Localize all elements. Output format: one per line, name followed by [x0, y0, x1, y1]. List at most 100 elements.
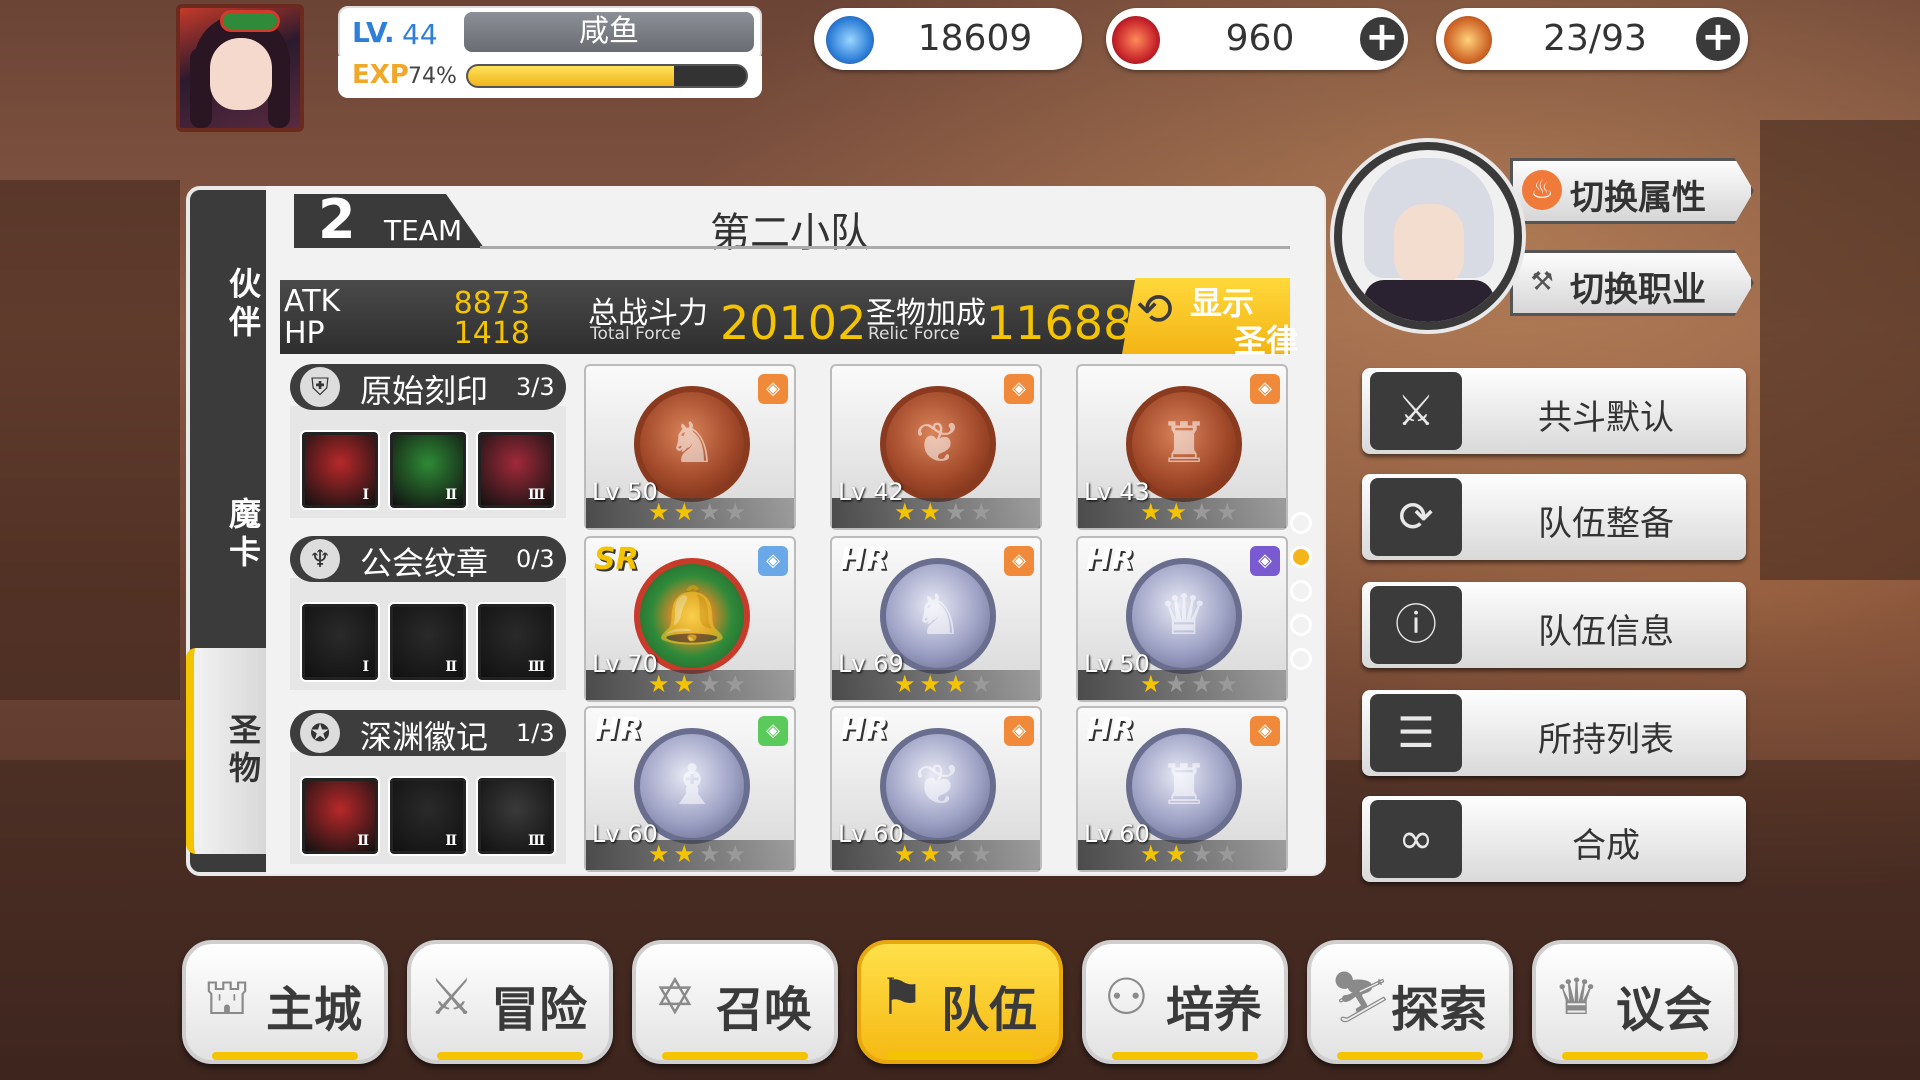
swap-arrows-icon: ⟲ [1136, 284, 1173, 335]
level-value: 44 [402, 18, 438, 51]
star-icon: ★ [945, 670, 971, 698]
crossed-swords-icon: ⚔ [1370, 372, 1462, 450]
fire-element-icon: ◈ [1250, 716, 1280, 746]
tab-magic-cards[interactable]: 魔卡 [186, 480, 266, 590]
page-indicator-dot[interactable] [1290, 546, 1312, 568]
relic-slot-3-3[interactable]: Ⅲ [478, 778, 554, 854]
star-icon: ★ [1165, 840, 1192, 868]
player-avatar[interactable] [176, 4, 304, 132]
relic-slot-1-3[interactable]: Ⅲ [478, 432, 554, 508]
group-name-abyss-sigil: 深渊徽记 [360, 718, 489, 756]
star-icon: ★ [724, 840, 751, 868]
relic-card[interactable]: ❦ HR ◈ Lv 60 ★★★★ [830, 706, 1042, 872]
castle-icon: ⛫ [204, 968, 250, 1026]
star-icon: ★ [894, 498, 920, 526]
menu-team-prep-label: 队伍整备 [1538, 504, 1674, 544]
relic-force-sublabel: Relic Force [868, 324, 960, 344]
relic-rarity: HR [1086, 712, 1135, 747]
relic-card[interactable]: ♜ HR ◈ Lv 60 ★★★★ [1076, 706, 1288, 872]
background-shelf-right [1760, 120, 1920, 580]
slot-numeral: Ⅰ [362, 659, 369, 675]
tab-partners[interactable]: 伙伴 [186, 250, 266, 360]
relic-rarity: HR [1086, 542, 1135, 577]
shield-emblem-icon: ⛨ [300, 367, 340, 407]
resource-value-stamina: 23/93 [1543, 18, 1647, 59]
star-icon: ★ [1140, 670, 1166, 698]
relic-slot-1-2[interactable]: Ⅱ [390, 432, 466, 508]
star-icon: ★ [970, 498, 997, 526]
star-icon: ★ [648, 498, 674, 526]
group-count-guild-crest: 0/3 [516, 545, 555, 573]
page-indicator-dot[interactable] [1290, 512, 1312, 534]
star-icon: ★ [919, 840, 946, 868]
refresh-swirl-icon: ⟳ [1370, 478, 1462, 556]
dragon-crest-icon: ♛ [1554, 968, 1599, 1026]
team-flag-icon: ⚑ [879, 968, 924, 1026]
relic-slot-2-1[interactable]: Ⅰ [302, 604, 378, 680]
resource-value-gems: 18609 [917, 18, 1033, 59]
relic-card[interactable]: ❦ ◈ Lv 42 ★★★★ [830, 364, 1042, 530]
page-indicator-dot[interactable] [1290, 580, 1312, 602]
triple-circle-icon: ⚇ [1104, 968, 1149, 1026]
exp-progress-fill [468, 66, 674, 86]
relic-rarity: HR [594, 712, 643, 747]
add-stamina-button[interactable]: + [1692, 13, 1744, 65]
relic-card[interactable]: 🔔 SR ◈ Lv 70 ★★★★ [584, 536, 796, 702]
slot-numeral: Ⅲ [527, 833, 545, 849]
star-icon: ★ [1191, 670, 1217, 698]
nav-train-label: 培养 [1166, 982, 1263, 1038]
add-ruby-button[interactable]: + [1356, 13, 1408, 65]
switch-class-label: 切换职业 [1570, 270, 1706, 310]
menu-team-info-label: 队伍信息 [1538, 612, 1674, 652]
relic-slot-1-1[interactable]: Ⅰ [302, 432, 378, 508]
slot-numeral: Ⅲ [527, 659, 545, 675]
wind-element-icon: ◈ [758, 716, 788, 746]
menu-synthesis-label: 合成 [1572, 826, 1640, 866]
relic-slot-3-2[interactable]: Ⅱ [390, 778, 466, 854]
star-icon: ★ [673, 670, 700, 698]
atk-label: ATK [284, 284, 341, 319]
page-indicator-dot[interactable] [1290, 648, 1312, 670]
nav-explore-label: 探索 [1391, 982, 1488, 1038]
tab-relics[interactable]: 圣物 [186, 648, 266, 854]
star-icon: ★ [1216, 840, 1243, 868]
explorer-icon: ⛷ [1329, 968, 1393, 1026]
relic-slot-3-1[interactable]: Ⅱ [302, 778, 378, 854]
star-icon: ★ [1191, 840, 1217, 868]
relic-card[interactable]: ♛ HR ◈ Lv 50 ★★★★ [1076, 536, 1288, 702]
relic-card[interactable]: ♞ HR ◈ Lv 69 ★★★★ [830, 536, 1042, 702]
team-number: 2 [318, 188, 356, 251]
resource-value-ruby: 960 [1225, 18, 1295, 59]
exp-label: EXP [352, 60, 409, 90]
nav-summon-label: 召唤 [716, 982, 813, 1038]
blue-flame-icon [826, 16, 874, 64]
group-count-primal-seal: 3/3 [516, 373, 555, 401]
star-icon: ★ [945, 840, 971, 868]
fire-element-icon: ◈ [1004, 546, 1034, 576]
star-icon: ★ [724, 498, 751, 526]
page-indicator-dot[interactable] [1290, 614, 1312, 636]
dark-element-icon: ◈ [1250, 546, 1280, 576]
list-window-icon: ☰ [1370, 694, 1462, 772]
nav-council-label: 议会 [1616, 982, 1713, 1038]
relic-card[interactable]: ♝ HR ◈ Lv 60 ★★★★ [584, 706, 796, 872]
hotdog-stamina-icon [1444, 16, 1492, 64]
relic-card[interactable]: ♞ ◈ Lv 50 ★★★★ [584, 364, 796, 530]
total-force-sublabel: Total Force [590, 324, 682, 344]
star-icon: ★ [970, 670, 997, 698]
relic-slot-2-3[interactable]: Ⅲ [478, 604, 554, 680]
infinity-link-icon: ∞ [1370, 800, 1462, 878]
relic-card[interactable]: ♜ ◈ Lv 43 ★★★★ [1076, 364, 1288, 530]
team-leader-portrait[interactable] [1334, 142, 1522, 330]
star-icon: ★ [919, 670, 946, 698]
relic-slot-2-2[interactable]: Ⅱ [390, 604, 466, 680]
relic-rarity: HR [840, 712, 889, 747]
player-name[interactable]: 咸鱼 [464, 12, 754, 52]
star-icon: ★ [1191, 498, 1217, 526]
star-icon: ★ [894, 670, 920, 698]
relic-force-value: 11688 [986, 296, 1133, 350]
relic-star-rating: ★★★★ [648, 840, 750, 868]
fire-element-icon: ◈ [758, 374, 788, 404]
relic-star-rating: ★★★★ [894, 840, 996, 868]
team-label: TEAM [384, 214, 463, 247]
